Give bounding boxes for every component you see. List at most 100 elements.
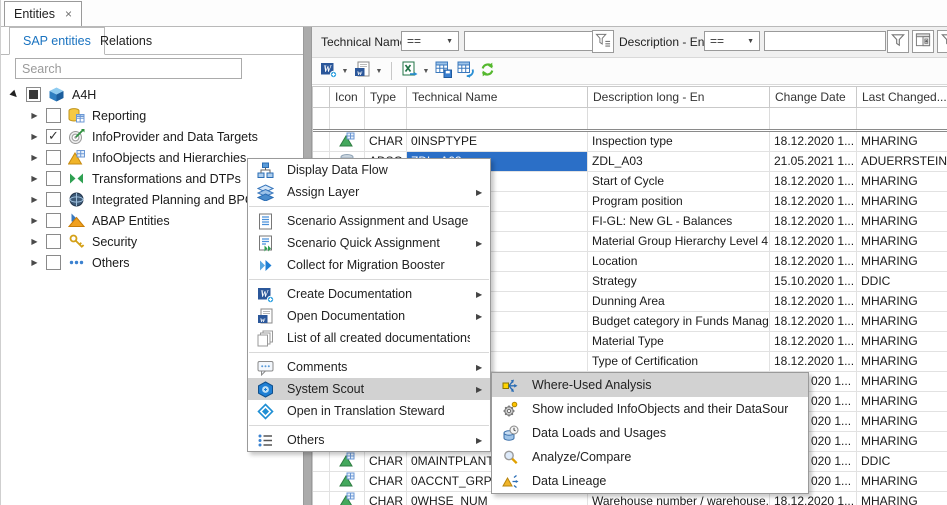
tree-checkbox[interactable] — [26, 87, 41, 102]
menu-separator — [249, 279, 489, 280]
description-cell: Strategy — [588, 272, 770, 291]
filter-lines-button[interactable] — [592, 30, 614, 53]
tab-relations[interactable]: Relations — [87, 27, 165, 54]
grid-restore-button[interactable] — [454, 60, 476, 82]
submenu-arrow-icon: ▶ — [476, 385, 484, 394]
menu-item-assign-layer[interactable]: Assign Layer▶ — [248, 181, 490, 203]
last-changed-by-cell: DDIC — [857, 452, 947, 471]
menu-item-label: Data Loads and Usages — [532, 426, 788, 440]
filter-row-cell[interactable] — [588, 108, 770, 129]
expand-arrow-icon[interactable]: ▶ — [28, 237, 41, 246]
filter-operator-select-description-en[interactable]: ==▼ — [704, 31, 760, 51]
menu-item-where-used-analysis[interactable]: Where-Used Analysis — [492, 373, 808, 397]
word-create-icon: W — [320, 61, 337, 81]
submenu-arrow-icon: ▶ — [476, 239, 484, 248]
dropdown-caret-icon[interactable]: ▼ — [420, 68, 432, 75]
description-cell: Start of Cycle — [588, 172, 770, 191]
row-indicator-cell — [313, 492, 330, 505]
tree-checkbox[interactable] — [46, 234, 61, 249]
column-header-technical-name[interactable]: Technical Name — [407, 87, 588, 107]
menu-item-data-loads-and-usages[interactable]: Data Loads and Usages — [492, 421, 808, 445]
menu-item-scenario-quick-assignment[interactable]: Scenario Quick Assignment▶ — [248, 232, 490, 254]
filter-label-description-en: Description - En — [619, 35, 704, 49]
column-header-type[interactable]: Type — [365, 87, 407, 107]
submenu-arrow-icon: ▶ — [476, 188, 484, 197]
tree-checkbox[interactable] — [46, 171, 61, 186]
filter-row-cell[interactable] — [857, 108, 947, 129]
tree-item-infoprovider-and-data-targets[interactable]: ▶InfoProvider and Data Targets — [1, 126, 304, 147]
filter-button[interactable] — [887, 30, 909, 53]
menu-item-open-documentation[interactable]: wOpen Documentation▶ — [248, 305, 490, 327]
column-header-description-long-en[interactable]: Description long - En — [588, 87, 770, 107]
tree-checkbox[interactable] — [46, 192, 61, 207]
menu-item-create-documentation[interactable]: WCreate Documentation▶ — [248, 283, 490, 305]
table-row[interactable]: CHAR0INSPTYPEInspection type18.12.2020 1… — [313, 132, 947, 152]
word-open-button[interactable]: w — [351, 60, 373, 82]
expand-arrow-icon[interactable]: ▶ — [28, 258, 41, 267]
tree-item-reporting[interactable]: ▶Reporting — [1, 105, 304, 126]
search-input[interactable] — [15, 58, 242, 79]
tree-item-label: A4H — [72, 88, 96, 102]
tree-item-a4h[interactable]: ▶ A4H — [1, 84, 304, 105]
filter-operator-select-technical-name[interactable]: ==▼ — [401, 31, 459, 51]
submenu-arrow-icon: ▶ — [476, 436, 484, 445]
filter-row-cell[interactable] — [407, 108, 588, 129]
expand-arrow-icon[interactable]: ▶ — [28, 174, 41, 183]
expand-arrow-icon[interactable]: ▶ — [28, 132, 41, 141]
tree-checkbox[interactable] — [46, 150, 61, 165]
expand-arrow-icon[interactable]: ▶ — [28, 153, 41, 162]
char-icon — [339, 132, 355, 151]
tree-checkbox[interactable] — [46, 129, 61, 144]
refresh-button[interactable] — [476, 60, 498, 82]
menu-item-open-in-translation-steward[interactable]: Open in Translation Steward — [248, 400, 490, 422]
dropdown-caret-icon[interactable]: ▼ — [373, 68, 385, 75]
dock-panel-button[interactable] — [912, 30, 934, 53]
menu-item-data-lineage[interactable]: Data Lineage — [492, 469, 808, 493]
change-date-cell: 18.12.2020 1... — [770, 232, 857, 251]
column-header-change-date[interactable]: Change Date — [770, 87, 857, 107]
scenario-quick-icon — [257, 235, 274, 252]
last-changed-by-cell: MHARING — [857, 352, 947, 371]
menu-item-others[interactable]: Others▶ — [248, 429, 490, 451]
menu-item-label: Where-Used Analysis — [532, 378, 788, 392]
filter-row-cell[interactable] — [330, 108, 365, 129]
char-icon — [339, 452, 355, 471]
column-header-icon[interactable]: Icon — [330, 87, 365, 107]
change-date-cell: 18.12.2020 1... — [770, 132, 857, 151]
grid-save-button[interactable] — [432, 60, 454, 82]
word-create-button[interactable]: W — [317, 60, 339, 82]
tab-entities[interactable]: Entities × — [4, 1, 82, 26]
change-date-cell: 18.12.2020 1... — [770, 312, 857, 331]
filter-value-input-description-en[interactable] — [764, 31, 886, 51]
system-cube-icon — [48, 86, 65, 103]
filter-cut-button[interactable] — [937, 30, 947, 53]
dropdown-caret-icon[interactable]: ▼ — [339, 68, 351, 75]
expand-arrow-icon[interactable]: ▶ — [28, 216, 41, 225]
expand-arrow-icon[interactable]: ▶ — [28, 195, 41, 204]
menu-item-analyze-compare[interactable]: Analyze/Compare — [492, 445, 808, 469]
expand-arrow-icon[interactable]: ▶ — [28, 111, 41, 120]
menu-item-comments[interactable]: Comments▶ — [248, 356, 490, 378]
menu-item-collect-for-migration-booster[interactable]: Collect for Migration Booster — [248, 254, 490, 276]
migration-booster-icon — [257, 257, 274, 274]
menu-item-scenario-assignment-and-usage[interactable]: Scenario Assignment and Usage — [248, 210, 490, 232]
tree-checkbox[interactable] — [46, 213, 61, 228]
column-header-last-changed-[interactable]: Last Changed... — [857, 87, 947, 107]
close-tab-icon[interactable]: × — [65, 8, 72, 20]
tree-checkbox[interactable] — [46, 108, 61, 123]
filter-row-cell[interactable] — [770, 108, 857, 129]
excel-export-button[interactable] — [398, 60, 420, 82]
menu-item-display-data-flow[interactable]: Display Data Flow — [248, 159, 490, 181]
grid-toolbar: W▼w▼▼ — [312, 58, 947, 85]
menu-item-label: Open Documentation — [287, 309, 470, 323]
menu-item-list-of-all-created-documentations[interactable]: List of all created documentations — [248, 327, 490, 349]
tree-checkbox[interactable] — [46, 255, 61, 270]
menu-item-label: System Scout — [287, 382, 470, 396]
collapse-arrow-icon[interactable]: ▶ — [6, 86, 23, 103]
menu-item-system-scout[interactable]: System Scout ▶ — [248, 378, 490, 400]
filter-value-input-technical-name[interactable] — [464, 31, 594, 51]
technical-name-cell: 0INSPTYPE — [407, 132, 588, 151]
filter-row-cell[interactable] — [365, 108, 407, 129]
menu-item-show-included-infoobjects-and-their-datasources[interactable]: Show included InfoObjects and their Data… — [492, 397, 808, 421]
change-date-cell: 18.12.2020 1... — [770, 192, 857, 211]
